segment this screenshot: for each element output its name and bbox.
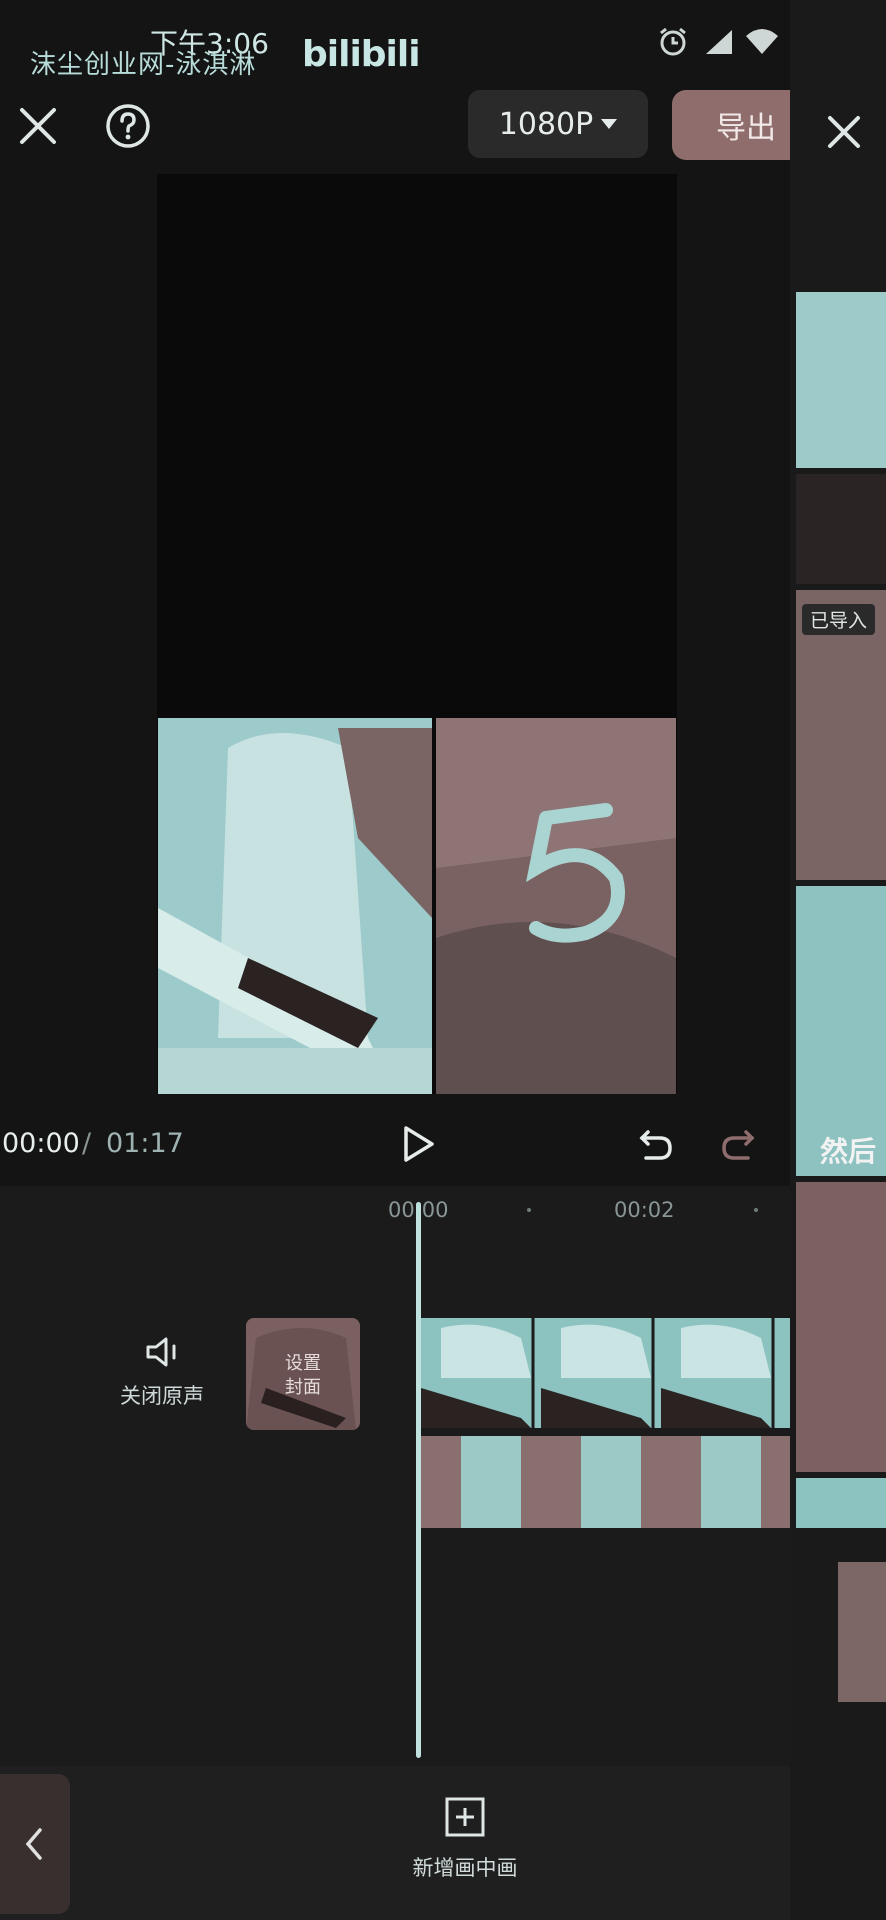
wifi-icon: [746, 29, 778, 54]
media-thumbnail[interactable]: [796, 292, 886, 468]
play-icon[interactable]: [400, 1124, 436, 1164]
watermark-logo: bilibili: [302, 34, 421, 75]
number-five-photo: [436, 718, 676, 1094]
thumbnail-caption: 然后: [820, 1135, 877, 1168]
timeline-tick-dot: [527, 1208, 531, 1212]
media-thumbnail[interactable]: [796, 1182, 886, 1472]
chevron-down-icon: [601, 119, 618, 129]
clip-frames: [421, 1318, 790, 1428]
pen-photo: [158, 718, 432, 1094]
redo-icon[interactable]: [718, 1124, 758, 1164]
video-clip-track[interactable]: [421, 1318, 790, 1428]
back-button[interactable]: [0, 1774, 70, 1914]
add-pip-label: 新增画中画: [412, 1856, 518, 1880]
time-separator: /: [82, 1128, 92, 1159]
resolution-selector[interactable]: 1080P: [468, 90, 648, 158]
media-thumbnail[interactable]: [796, 1478, 886, 1528]
panel-close-icon[interactable]: [824, 112, 864, 152]
set-cover-button[interactable]: 设置 封面: [246, 1318, 360, 1430]
speaker-icon: [146, 1337, 176, 1367]
chevron-left-icon: [25, 1828, 42, 1860]
add-square-icon: [445, 1797, 485, 1837]
audio-clip-track[interactable]: [421, 1436, 790, 1528]
resolution-value: 1080P: [498, 106, 594, 142]
preview-photo-left: [158, 718, 432, 1094]
timeline-tick: 00:02: [614, 1198, 675, 1222]
current-time: 00:00: [2, 1128, 80, 1159]
media-thumbnail[interactable]: [796, 474, 886, 584]
imported-badge: 已导入: [802, 604, 876, 635]
export-button[interactable]: 导出: [672, 90, 792, 160]
cover-label-line2: 封面: [285, 1377, 321, 1398]
mute-label: 关闭原声: [120, 1384, 204, 1408]
total-time: 01:17: [106, 1128, 184, 1159]
timeline-tick-dot: [754, 1208, 758, 1212]
preview-photo-right: [436, 718, 676, 1094]
add-picture-in-picture-button[interactable]: 新增画中画: [380, 1796, 550, 1896]
help-icon[interactable]: [104, 102, 152, 150]
cover-label: 设置 封面: [246, 1352, 360, 1400]
playhead[interactable]: [416, 1202, 421, 1758]
clip-frames-secondary: [421, 1436, 790, 1528]
alarm-icon: [660, 27, 686, 56]
undo-icon[interactable]: [636, 1124, 676, 1164]
close-icon[interactable]: [14, 102, 62, 150]
watermark-text: 沫尘创业网-泳淇淋: [30, 50, 257, 80]
cover-label-line1: 设置: [285, 1353, 321, 1374]
media-thumbnail[interactable]: [838, 1562, 886, 1702]
signal-icon: [706, 30, 732, 54]
media-import-panel: [790, 0, 886, 1920]
mute-original-audio-button[interactable]: 关闭原声: [112, 1336, 212, 1416]
